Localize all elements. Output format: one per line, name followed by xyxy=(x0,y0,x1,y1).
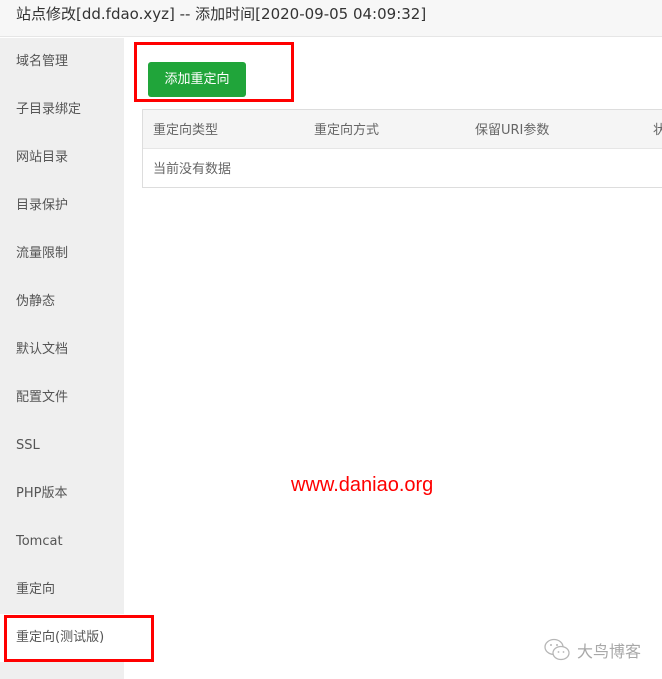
wechat-label: 大鸟博客 xyxy=(577,642,642,661)
sidebar-item-traffic-limit[interactable]: 流量限制 xyxy=(0,230,124,278)
wechat-icon xyxy=(543,638,571,662)
sidebar-item-directory-protection[interactable]: 目录保护 xyxy=(0,182,124,230)
empty-message: 当前没有数据 xyxy=(153,162,232,178)
main-panel: 添加重定向 重定向类型 重定向方式 保留URI参数 状 当前没有数据 xyxy=(124,38,662,679)
window-title: 站点修改[dd.fdao.xyz] -- 添加时间[2020-09-05 04:… xyxy=(0,0,662,37)
sidebar-item-config-file[interactable]: 配置文件 xyxy=(0,374,124,422)
table-header-row: 重定向类型 重定向方式 保留URI参数 状 xyxy=(143,110,662,148)
table-empty-row: 当前没有数据 xyxy=(143,148,662,187)
sidebar-item-php-version[interactable]: PHP版本 xyxy=(0,470,124,518)
column-header-status: 状 xyxy=(653,123,662,139)
sidebar-item-redirect[interactable]: 重定向 xyxy=(0,566,124,614)
sidebar-item-rewrite[interactable]: 伪静态 xyxy=(0,278,124,326)
sidebar-item-default-document[interactable]: 默认文档 xyxy=(0,326,124,374)
sidebar: 域名管理 子目录绑定 网站目录 目录保护 流量限制 伪静态 默认文档 配置文件 … xyxy=(0,38,124,679)
sidebar-item-domain-management[interactable]: 域名管理 xyxy=(0,38,124,86)
column-header-keep-uri-params: 保留URI参数 xyxy=(475,123,550,139)
add-redirect-button[interactable]: 添加重定向 xyxy=(148,62,246,97)
sidebar-item-ssl[interactable]: SSL xyxy=(0,422,124,470)
sidebar-item-redirect-beta[interactable]: 重定向(测试版) xyxy=(0,614,124,662)
wechat-watermark: 大鸟博客 xyxy=(543,637,641,663)
watermark-url: www.daniao.org xyxy=(291,474,434,496)
sidebar-item-subdirectory-binding[interactable]: 子目录绑定 xyxy=(0,86,124,134)
redirect-table: 重定向类型 重定向方式 保留URI参数 状 当前没有数据 xyxy=(142,109,662,188)
sidebar-item-site-directory[interactable]: 网站目录 xyxy=(0,134,124,182)
column-header-redirect-type: 重定向类型 xyxy=(153,123,219,139)
column-header-redirect-method: 重定向方式 xyxy=(314,123,380,139)
sidebar-item-tomcat[interactable]: Tomcat xyxy=(0,518,124,566)
